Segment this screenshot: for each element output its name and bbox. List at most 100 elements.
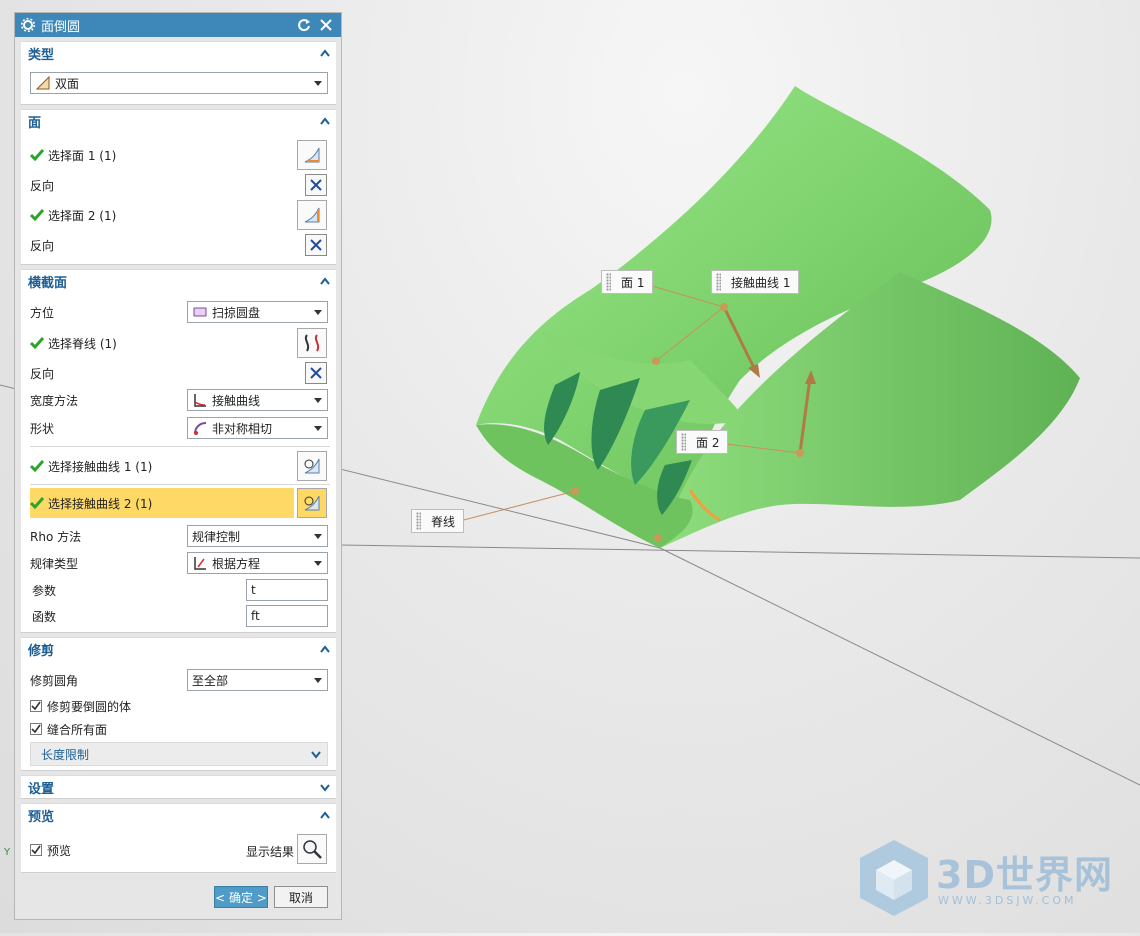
section-title: 修剪 — [28, 643, 55, 659]
shape-value: 非对称相切 — [212, 421, 273, 436]
contact-curve-selection-icon[interactable] — [297, 488, 327, 518]
section-header-face[interactable]: 面 — [21, 110, 336, 132]
checkmark-icon — [30, 209, 44, 222]
show-result-label: 显示结果 — [246, 845, 295, 859]
reverse-spine-row: 反向 — [30, 361, 330, 385]
reverse-direction-icon[interactable] — [305, 174, 327, 196]
sew-faces-label: 缝合所有面 — [47, 722, 108, 737]
parameter-input[interactable]: t — [246, 579, 328, 601]
shape-dropdown[interactable]: 非对称相切 — [187, 417, 328, 439]
section-preview: 预览 预览 显示结果 — [21, 803, 336, 873]
function-input[interactable]: ft — [246, 605, 328, 627]
select-spine-row[interactable]: 选择脊线 (1) — [30, 331, 330, 355]
checkmark-icon — [30, 337, 44, 350]
handle-point[interactable] — [796, 449, 804, 457]
tag-spine[interactable]: 脊线 — [411, 509, 465, 533]
select-contact-1-label: 选择接触曲线 1 (1) — [48, 459, 153, 474]
select-face-2-label: 选择面 2 (1) — [48, 208, 117, 223]
chevron-up-icon[interactable] — [318, 274, 332, 288]
chevron-up-icon[interactable] — [318, 114, 332, 128]
trim-fillet-value: 至全部 — [192, 673, 229, 688]
type-value: 双面 — [55, 76, 80, 91]
watermark-text: 3D世界网 — [936, 853, 1113, 897]
tag-face-1[interactable]: 面 1 — [601, 270, 654, 294]
section-cross-section: 横截面 方位 扫掠圆盘 选择脊线 (1) 反向 宽度方法 接触曲线 形状 非对称… — [21, 269, 336, 633]
face-selection-icon[interactable] — [297, 200, 327, 230]
law-type-value: 根据方程 — [212, 556, 261, 571]
sew-faces-checkbox[interactable] — [30, 723, 42, 735]
length-limit-group[interactable]: 长度限制 — [30, 742, 328, 766]
tag-contact-curve-1[interactable]: 接触曲线 1 — [711, 270, 800, 294]
face-blend-dialog: 面倒圆 类型 双面 面 选择面 1 (1) 反向 选择面 2 (1) 反向 横截… — [14, 12, 342, 920]
ok-button[interactable]: < 确定 > — [214, 886, 268, 908]
section-title: 类型 — [28, 47, 55, 63]
section-header-cross-section[interactable]: 横截面 — [21, 270, 336, 292]
close-icon[interactable] — [317, 16, 335, 34]
section-header-settings[interactable]: 设置 — [21, 776, 336, 798]
type-dropdown[interactable]: 双面 — [30, 72, 328, 94]
rho-method-value: 规律控制 — [192, 529, 241, 544]
ref-axis-line — [339, 544, 1140, 559]
select-contact-2-label: 选择接触曲线 2 (1) — [48, 496, 153, 511]
chevron-down-icon[interactable] — [309, 747, 323, 761]
chevron-up-icon[interactable] — [318, 808, 332, 822]
drag-grip-icon[interactable] — [681, 433, 686, 451]
trim-body-checkbox[interactable] — [30, 700, 42, 712]
section-header-trim[interactable]: 修剪 — [21, 638, 336, 660]
chevron-up-icon[interactable] — [318, 642, 332, 656]
drag-grip-icon[interactable] — [716, 273, 721, 291]
drag-grip-icon[interactable] — [416, 512, 421, 530]
reverse-direction-icon[interactable] — [305, 362, 327, 384]
select-contact-curve-1-row[interactable]: 选择接触曲线 1 (1) — [30, 451, 330, 481]
trim-fillet-dropdown[interactable]: 至全部 — [187, 669, 328, 691]
chevron-down-icon[interactable] — [318, 780, 332, 794]
contact-curve-selection-icon[interactable] — [297, 451, 327, 481]
magnifier-icon — [303, 840, 322, 859]
leader-line — [455, 490, 576, 523]
section-face: 面 选择面 1 (1) 反向 选择面 2 (1) 反向 — [21, 109, 336, 265]
asymmetric-tangent-icon — [194, 422, 207, 435]
select-face-1-row[interactable]: 选择面 1 (1) — [30, 143, 330, 167]
section-header-preview[interactable]: 预览 — [21, 804, 336, 826]
ref-axis-line — [659, 547, 1140, 786]
section-trim: 修剪 修剪圆角 至全部 修剪要倒圆的体 缝合所有面 长度限制 — [21, 637, 336, 771]
preview-checkbox[interactable] — [30, 844, 42, 856]
dialog-title: 面倒圆 — [41, 19, 81, 35]
handle-point[interactable] — [654, 534, 662, 542]
chevron-up-icon[interactable] — [318, 46, 332, 60]
reverse-2-label: 反向 — [30, 238, 55, 253]
face-selection-icon[interactable] — [297, 140, 327, 170]
rho-method-dropdown[interactable]: 规律控制 — [187, 525, 328, 547]
handle-point[interactable] — [571, 487, 579, 495]
reverse-label: 反向 — [30, 366, 55, 381]
reverse-direction-icon[interactable] — [305, 234, 327, 256]
section-header-type[interactable]: 类型 — [21, 42, 336, 64]
drag-grip-icon[interactable] — [606, 273, 611, 291]
reset-icon[interactable] — [295, 16, 313, 34]
show-result-button[interactable] — [297, 834, 327, 864]
cancel-button[interactable]: 取消 — [274, 886, 328, 908]
tag-face-2[interactable]: 面 2 — [676, 430, 729, 454]
checkmark-icon — [30, 149, 44, 162]
cube-logo-icon — [860, 840, 928, 916]
handle-point[interactable] — [652, 357, 660, 365]
width-method-dropdown[interactable]: 接触曲线 — [187, 389, 328, 411]
gear-icon[interactable] — [21, 18, 35, 32]
section-title: 面 — [28, 115, 42, 131]
tag-label: 面 2 — [696, 435, 720, 450]
trim-body-row[interactable]: 修剪要倒圆的体 — [30, 694, 330, 718]
trim-body-label: 修剪要倒圆的体 — [47, 699, 132, 714]
section-title: 横截面 — [28, 275, 68, 291]
tag-label: 脊线 — [431, 514, 456, 529]
length-limit-label: 长度限制 — [41, 747, 90, 762]
handle-point[interactable] — [720, 303, 728, 311]
select-contact-curve-2-row[interactable]: 选择接触曲线 2 (1) — [30, 491, 330, 515]
sew-faces-row[interactable]: 缝合所有面 — [30, 717, 330, 741]
axis-label: Y — [3, 847, 11, 858]
select-face-2-row[interactable]: 选择面 2 (1) — [30, 203, 330, 227]
law-type-dropdown[interactable]: 根据方程 — [187, 552, 328, 574]
orientation-dropdown[interactable]: 扫掠圆盘 — [187, 301, 328, 323]
dialog-titlebar[interactable]: 面倒圆 — [15, 13, 341, 37]
spine-selection-icon[interactable] — [297, 328, 327, 358]
section-type: 类型 双面 — [21, 41, 336, 105]
